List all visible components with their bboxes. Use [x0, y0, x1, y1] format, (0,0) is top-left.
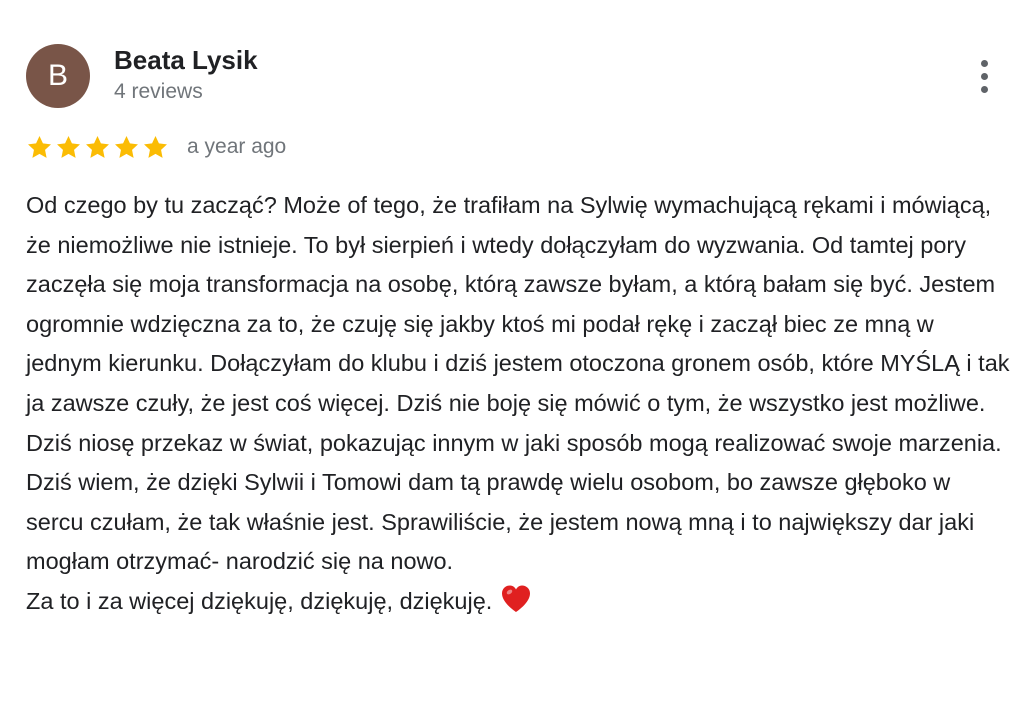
review-card: B Beata Lysik 4 reviews a year ago Od cz…	[0, 0, 1030, 726]
heart-icon	[500, 583, 532, 615]
avatar[interactable]: B	[26, 44, 90, 108]
review-closing-line: Za to i za więcej dziękuję, dziękuję, dz…	[26, 582, 1011, 622]
review-body: Od czego by tu zacząć? Może of tego, że …	[26, 186, 1011, 622]
star-icon	[26, 134, 53, 161]
star-rating	[26, 134, 169, 161]
review-count: 4 reviews	[114, 80, 203, 103]
author-name[interactable]: Beata Lysik	[114, 44, 258, 76]
menu-dot	[980, 59, 988, 67]
rating-row: a year ago	[26, 130, 286, 164]
avatar-letter: B	[47, 59, 68, 92]
review-text: Od czego by tu zacząć? Może of tego, że …	[26, 192, 1010, 575]
more-vert-icon[interactable]	[966, 54, 1002, 98]
star-icon	[113, 134, 140, 161]
star-icon	[84, 134, 111, 161]
closing-text: Za to i za więcej dziękuję, dziękuję, dz…	[26, 587, 493, 614]
star-icon	[55, 134, 82, 161]
menu-dot	[980, 85, 988, 93]
star-icon	[142, 134, 169, 161]
review-date: a year ago	[187, 135, 287, 158]
menu-dot	[980, 72, 988, 80]
